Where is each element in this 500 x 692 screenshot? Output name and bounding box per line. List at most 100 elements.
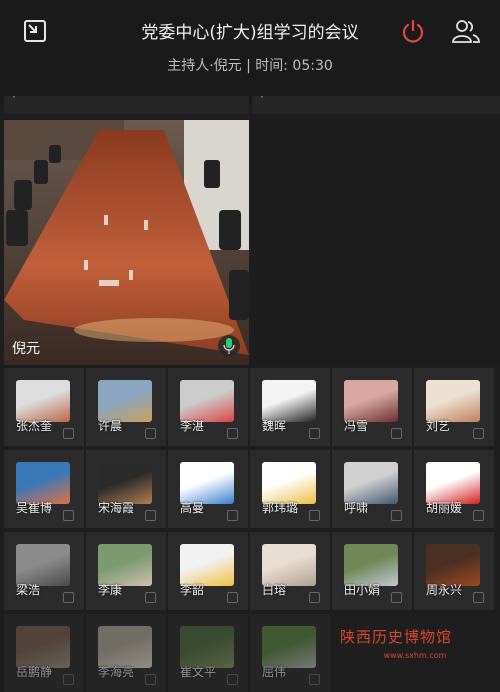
participant-tile[interactable]: 周永兴 (414, 532, 494, 610)
participant-name: 岳鹏静 (16, 665, 53, 679)
microphone-icon[interactable] (218, 335, 240, 357)
video-status-icon (309, 592, 320, 603)
participant-avatar (16, 544, 70, 586)
video-status-icon (63, 674, 74, 685)
video-status-icon (63, 592, 74, 603)
participant-tile[interactable]: 李海亮 (86, 614, 166, 692)
watermark-url: www.sxhm.com (383, 651, 447, 660)
participant-tile[interactable]: 刘艺 (414, 368, 494, 446)
participant-avatar (344, 462, 398, 504)
participant-tile[interactable]: 郭玮璐 (250, 450, 330, 528)
participant-avatar (426, 462, 480, 504)
participant-avatar (344, 544, 398, 586)
participant-avatar (98, 380, 152, 422)
video-status-icon (227, 592, 238, 603)
video-status-icon (309, 674, 320, 685)
video-status-icon (145, 428, 156, 439)
participant-avatar (180, 626, 234, 668)
participant-tile[interactable]: 崔文平 (168, 614, 248, 692)
participant-avatar (262, 626, 316, 668)
participant-avatar (16, 626, 70, 668)
video-status-icon (63, 510, 74, 521)
participant-name: 魏晖 (262, 419, 287, 433)
video-status-icon (145, 592, 156, 603)
participant-name: 张杰奎 (16, 419, 53, 433)
video-status-icon (309, 510, 320, 521)
participant-name: 白瑢 (262, 583, 287, 597)
participant-name: 许晨 (98, 419, 123, 433)
participant-name: 李海亮 (98, 665, 135, 679)
participant-tile[interactable]: 冯雪 (332, 368, 412, 446)
video-status-icon (227, 674, 238, 685)
video-status-icon (227, 428, 238, 439)
participant-tile[interactable]: 梁浩 (4, 532, 84, 610)
participant-tile[interactable]: 高曼 (168, 450, 248, 528)
participant-avatar (344, 380, 398, 422)
participant-avatar (180, 380, 234, 422)
participant-tile[interactable]: 胡丽媛 (414, 450, 494, 528)
participant-name: 郭玮璐 (262, 501, 299, 515)
power-icon[interactable] (400, 18, 426, 44)
participant-avatar (262, 462, 316, 504)
participant-avatar (262, 544, 316, 586)
participant-avatar (426, 544, 480, 586)
participant-avatar (180, 462, 234, 504)
members-icon[interactable] (451, 17, 481, 45)
participant-name: 高曼 (180, 501, 205, 515)
main-video-feed[interactable] (4, 120, 249, 365)
participant-tile[interactable]: 呼啸 (332, 450, 412, 528)
participant-name: 冯雪 (344, 419, 369, 433)
participant-tile[interactable]: 李湛 (168, 368, 248, 446)
video-status-icon (63, 428, 74, 439)
participant-tile[interactable]: 吴崔博 (4, 450, 84, 528)
participant-tile[interactable]: 魏晖 (250, 368, 330, 446)
video-status-icon (391, 510, 402, 521)
participant-avatar (98, 626, 152, 668)
participant-tile[interactable]: 屈伟 (250, 614, 330, 692)
participant-name: 周永兴 (426, 583, 463, 597)
video-status-icon (145, 510, 156, 521)
participant-name: 屈伟 (262, 665, 287, 679)
participant-avatar (426, 380, 480, 422)
participant-avatar (262, 380, 316, 422)
participant-name: 崔文平 (180, 665, 217, 679)
participant-name: 吴崔博 (16, 501, 53, 515)
participant-avatar (180, 544, 234, 586)
participant-name: 刘艺 (426, 419, 451, 433)
participant-avatar (98, 462, 152, 504)
museum-watermark: 陕西历史博物馆 www.sxhm.com (340, 626, 490, 666)
participant-name: 宋海霞 (98, 501, 135, 515)
participant-name: 李湛 (180, 419, 205, 433)
video-status-icon (473, 428, 484, 439)
participant-tile[interactable]: 白瑢 (250, 532, 330, 610)
meeting-subtitle: 主持人·倪元 | 时间: 05:30 (167, 58, 333, 74)
participant-tile[interactable]: 张杰奎 (4, 368, 84, 446)
participant-tile[interactable]: 许晨 (86, 368, 166, 446)
participant-name: 梁浩 (16, 583, 41, 597)
participant-tile[interactable]: 田小娟 (332, 532, 412, 610)
video-status-icon (391, 428, 402, 439)
participant-tile[interactable]: 岳鹏静 (4, 614, 84, 692)
participant-name: 田小娟 (344, 583, 381, 597)
secondary-video-pane[interactable] (252, 120, 500, 365)
video-status-icon (309, 428, 320, 439)
left-pane-title-strip: · (4, 96, 249, 114)
conference-room-image (4, 120, 249, 365)
participant-name: 胡丽媛 (426, 501, 463, 515)
right-pane-title-strip: · (252, 96, 500, 114)
video-status-icon (391, 592, 402, 603)
participant-name: 呼啸 (344, 501, 369, 515)
participant-tile[interactable]: 李韶 (168, 532, 248, 610)
participant-name: 李康 (98, 583, 123, 597)
meeting-header: 党委中心(扩大)组学习的会议 主持人·倪元 | 时间: 05:30 (0, 0, 500, 104)
video-status-icon (473, 510, 484, 521)
video-status-icon (473, 592, 484, 603)
participant-tile[interactable]: 宋海霞 (86, 450, 166, 528)
video-status-icon (145, 674, 156, 685)
participant-tile[interactable]: 李康 (86, 532, 166, 610)
watermark-text: 陕西历史博物馆 (340, 628, 453, 646)
host-name-label: 倪元 (12, 341, 40, 357)
participant-name: 李韶 (180, 583, 205, 597)
participant-avatar (16, 380, 70, 422)
participant-avatar (16, 462, 70, 504)
